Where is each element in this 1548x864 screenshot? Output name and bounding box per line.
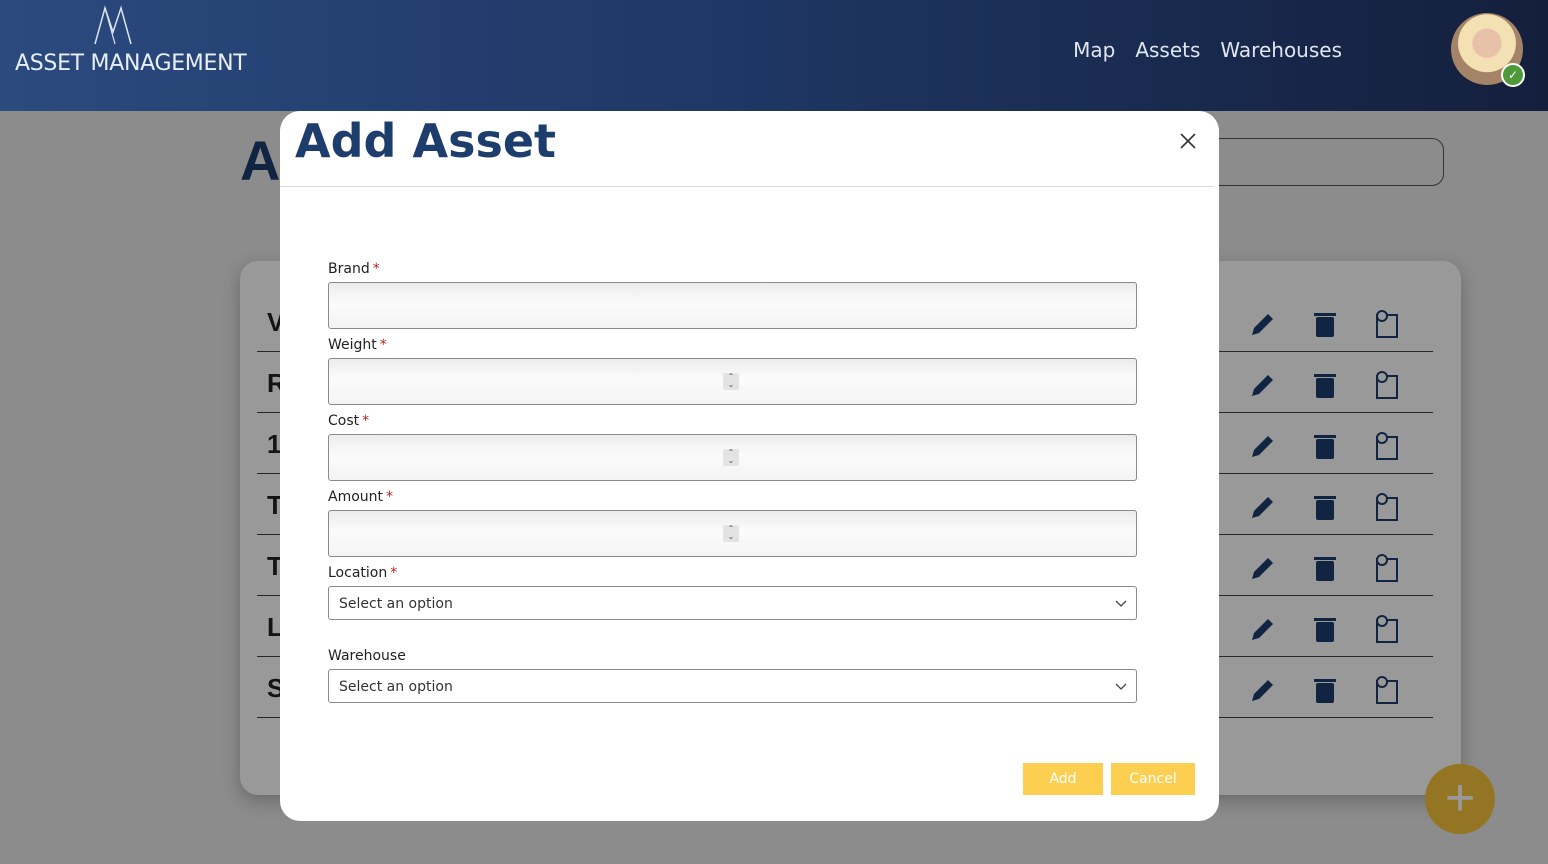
amount-label: Amount * [328,489,393,505]
number-spinner-icon[interactable]: ⌃ ⌄ [723,449,739,466]
app-logo[interactable]: ASSET MANAGEMENT [15,4,247,76]
brand-label: Brand * [328,261,380,277]
cost-input[interactable]: ⌃ ⌄ [328,434,1137,481]
location-label: Location * [328,565,397,581]
amount-label-text: Amount [328,489,384,505]
required-marker: * [386,489,394,505]
location-selected-value: Select an option [339,596,453,612]
weight-input[interactable]: ⌃ ⌄ [328,358,1137,405]
chevron-down-icon [1115,683,1127,690]
dialog-title: Add Asset [295,114,557,168]
number-spinner-icon[interactable]: ⌃ ⌄ [723,525,739,542]
number-spinner-icon[interactable]: ⌃ ⌄ [723,373,739,390]
cost-label: Cost * [328,413,369,429]
weight-label-text: Weight [328,337,377,353]
main-nav: Map Assets Warehouses [1073,38,1342,62]
warehouse-selected-value: Select an option [339,679,453,695]
required-marker: * [362,413,370,429]
brand-input[interactable] [328,282,1137,329]
cost-label-text: Cost [328,413,360,429]
required-marker: * [390,565,398,581]
logo-mark-icon [94,5,132,45]
brand-label-text: Brand [328,261,370,277]
required-marker: * [379,337,387,353]
warehouse-label: Warehouse [328,648,406,664]
nav-assets[interactable]: Assets [1135,38,1200,62]
warehouse-label-text: Warehouse [328,648,406,664]
app-header: ASSET MANAGEMENT Map Assets Warehouses ✓ [0,0,1548,111]
add-button[interactable]: Add [1023,763,1103,795]
online-status-check-icon: ✓ [1501,63,1525,87]
warehouse-select[interactable]: Select an option [328,669,1137,703]
cancel-button[interactable]: Cancel [1111,763,1195,795]
location-label-text: Location [328,565,388,581]
location-select[interactable]: Select an option [328,586,1137,620]
required-marker: * [372,261,380,277]
nav-map[interactable]: Map [1073,38,1115,62]
amount-input[interactable]: ⌃ ⌄ [328,510,1137,557]
weight-label: Weight * [328,337,387,353]
close-icon[interactable] [1178,131,1198,151]
nav-warehouses[interactable]: Warehouses [1220,38,1342,62]
chevron-down-icon [1115,600,1127,607]
dialog-divider [280,186,1214,187]
logo-text: ASSET MANAGEMENT [15,51,247,76]
add-asset-dialog: Add Asset Brand * Weight * ⌃ ⌄ Cost * ⌃ ⌄ Amo… [280,111,1219,821]
